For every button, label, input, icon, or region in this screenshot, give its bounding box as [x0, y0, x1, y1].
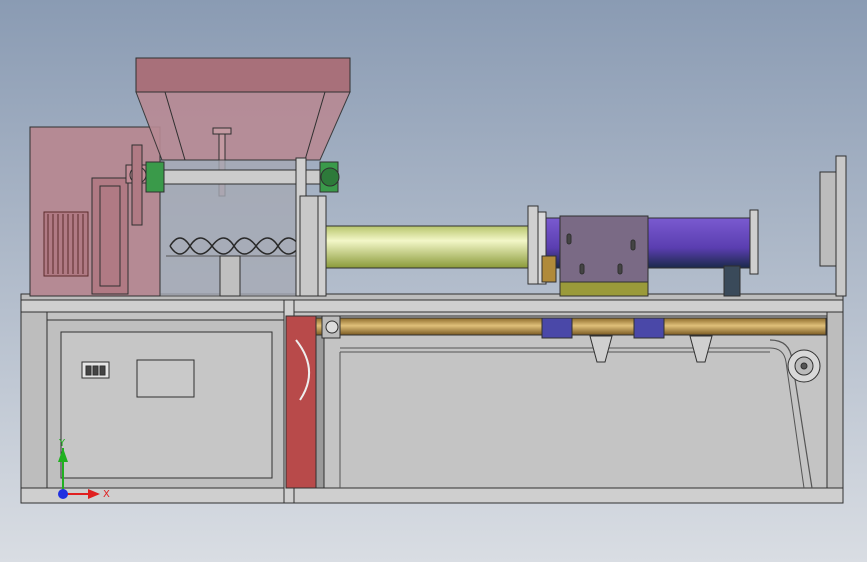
- drive-compartment: [293, 315, 828, 489]
- red-guard-panel: [285, 315, 325, 489]
- screw-bearing-left: [145, 161, 165, 193]
- motor-housing: [29, 126, 161, 297]
- support-leg: [723, 265, 741, 297]
- sprocket-gear: [787, 349, 821, 383]
- hopper-handle: [212, 127, 232, 135]
- cad-drawing: X Y: [0, 0, 867, 562]
- heater-block: [559, 215, 649, 287]
- heater-base: [559, 281, 649, 297]
- axis-y-label: Y: [58, 438, 66, 449]
- axis-x-label: X: [103, 489, 110, 500]
- cad-viewport[interactable]: X Y: [0, 0, 867, 562]
- display-window: [136, 359, 195, 398]
- pulley: [43, 211, 89, 277]
- screw-housing: [145, 157, 340, 297]
